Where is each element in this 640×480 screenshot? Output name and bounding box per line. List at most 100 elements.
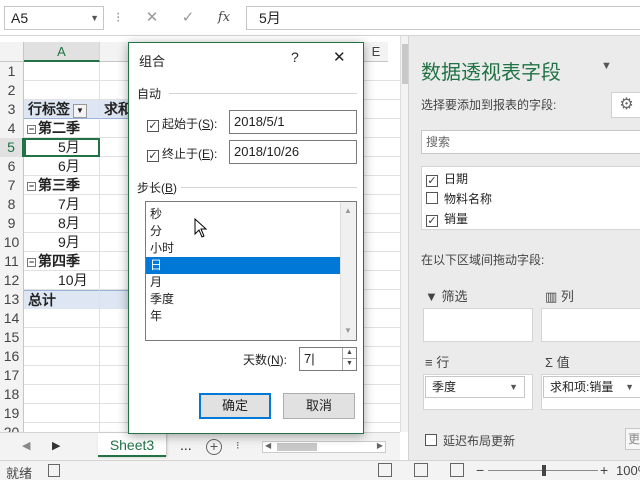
chevron-down-icon[interactable]: ▼ (509, 377, 518, 397)
update-button[interactable]: 更 (625, 428, 640, 450)
row-header[interactable]: 7 (0, 176, 24, 195)
row-header[interactable]: 20 (0, 423, 24, 432)
cancel-button[interactable]: 取消 (283, 393, 355, 419)
row-header[interactable]: 5 (0, 138, 24, 157)
stepper-down-icon[interactable]: ▼ (342, 359, 356, 370)
checkbox-icon[interactable] (425, 434, 437, 446)
select-all-corner[interactable] (0, 42, 24, 62)
row-field-pill[interactable]: 季度 ▼ (425, 376, 525, 398)
scroll-left-icon[interactable]: ◀ (265, 441, 271, 450)
page-layout-view-icon[interactable] (414, 463, 428, 477)
row-header[interactable]: 17 (0, 366, 24, 385)
sheet-tab-sheet3[interactable]: Sheet3 (98, 433, 166, 457)
column-header-a[interactable]: A (24, 42, 100, 62)
start-checkbox[interactable]: ✓ 起始于(S): (147, 115, 217, 132)
cell-a[interactable]: − 第三季 (24, 176, 100, 195)
chevron-down-icon[interactable]: ▼ (90, 7, 99, 29)
step-listbox[interactable]: 秒分小时日月季度年 ▲ ▼ (145, 201, 357, 341)
cell-a[interactable] (24, 81, 100, 100)
list-item[interactable]: 分 (146, 223, 340, 240)
cell-a[interactable] (24, 328, 100, 347)
zoom-slider-knob[interactable] (542, 465, 546, 476)
column-area[interactable] (541, 308, 640, 342)
more-sheets-button[interactable]: ... (180, 437, 192, 453)
cell-a[interactable] (24, 404, 100, 423)
column-header-e[interactable]: E (364, 42, 388, 62)
cell-a[interactable] (24, 309, 100, 328)
field-item-date[interactable]: ✓ 日期 (426, 169, 468, 189)
checkbox-checked-icon[interactable]: ✓ (147, 150, 159, 162)
row-header[interactable]: 18 (0, 385, 24, 404)
cell-a[interactable]: 5月 (24, 138, 100, 157)
row-header[interactable]: 8 (0, 195, 24, 214)
listbox-scrollbar[interactable]: ▲ ▼ (340, 202, 356, 340)
insert-function-button[interactable]: fx (212, 7, 236, 29)
cancel-formula-button[interactable]: ✕ (140, 7, 164, 29)
zoom-in-icon[interactable]: + (600, 462, 608, 478)
gear-icon[interactable]: ⚙ (611, 92, 640, 118)
stepper-up-icon[interactable]: ▲ (342, 348, 356, 359)
collapse-icon[interactable]: − (27, 182, 36, 191)
cell-a[interactable] (24, 385, 100, 404)
row-header[interactable]: 11 (0, 252, 24, 271)
row-header[interactable]: 12 (0, 271, 24, 290)
scroll-up-icon[interactable]: ▲ (344, 206, 352, 215)
row-header[interactable]: 1 (0, 62, 24, 81)
list-item[interactable]: 秒 (146, 206, 340, 223)
end-date-input[interactable]: 2018/10/26 (229, 140, 357, 164)
collapse-icon[interactable]: − (27, 258, 36, 267)
cell-a[interactable] (24, 62, 100, 81)
row-header[interactable]: 19 (0, 404, 24, 423)
defer-update-row[interactable]: 延迟布局更新 (425, 432, 515, 449)
row-header[interactable]: 10 (0, 233, 24, 252)
list-item[interactable]: 年 (146, 308, 340, 325)
add-sheet-icon[interactable]: + (206, 439, 222, 455)
scroll-right-icon[interactable]: ▶ (377, 441, 383, 450)
zoom-level[interactable]: 100% (616, 463, 640, 478)
formula-input[interactable]: 5月 (246, 6, 640, 30)
cell-a[interactable]: 9月 (24, 233, 100, 252)
list-item[interactable]: 小时 (146, 240, 340, 257)
checkbox-icon[interactable] (426, 192, 438, 204)
checkbox-checked-icon[interactable]: ✓ (147, 120, 159, 132)
cell-a[interactable]: 行标签 ▼ (24, 100, 100, 119)
field-search-input[interactable]: 搜索 (421, 130, 640, 154)
row-header[interactable]: 2 (0, 81, 24, 100)
sheet-vertical-scrollbar[interactable] (400, 36, 408, 432)
cell-a[interactable]: 总计 (24, 290, 100, 309)
list-item[interactable]: 季度 (146, 291, 340, 308)
checkbox-checked-icon[interactable]: ✓ (426, 215, 438, 227)
cell-a[interactable]: 8月 (24, 214, 100, 233)
ok-button[interactable]: 确定 (199, 393, 271, 419)
horizontal-scrollbar[interactable]: ◀ ▶ (262, 441, 386, 453)
row-header[interactable]: 4 (0, 119, 24, 138)
filter-dropdown-icon[interactable]: ▼ (73, 104, 87, 118)
help-button[interactable]: ? (291, 49, 299, 65)
pane-options-chevron-icon[interactable]: ▼ (601, 60, 612, 72)
list-item[interactable]: 月 (146, 274, 340, 291)
cell-a[interactable]: − 第二季 (24, 119, 100, 138)
close-icon[interactable]: ✕ (333, 48, 346, 66)
enter-formula-button[interactable]: ✓ (176, 7, 200, 29)
cell-a[interactable] (24, 423, 100, 432)
value-field-pill[interactable]: 求和项:销量 ▼ (543, 376, 640, 398)
days-stepper[interactable]: 7| ▲ ▼ (299, 347, 357, 371)
cell-a[interactable]: − 第四季 (24, 252, 100, 271)
field-item-material[interactable]: 物料名称 (426, 189, 492, 209)
page-break-view-icon[interactable] (450, 463, 464, 477)
collapse-icon[interactable]: − (27, 125, 36, 134)
next-sheet-icon[interactable]: ▶ (52, 439, 60, 452)
start-date-input[interactable]: 2018/5/1 (229, 110, 357, 134)
row-header[interactable]: 16 (0, 347, 24, 366)
cell-a[interactable]: 6月 (24, 157, 100, 176)
cell-a[interactable] (24, 366, 100, 385)
zoom-out-icon[interactable]: − (476, 462, 484, 478)
row-header[interactable]: 14 (0, 309, 24, 328)
cell-a[interactable]: 10月 (24, 271, 100, 290)
scroll-down-icon[interactable]: ▼ (344, 326, 352, 335)
scroll-thumb[interactable] (277, 443, 317, 451)
row-header[interactable]: 13 (0, 290, 24, 309)
macro-record-icon[interactable] (48, 464, 60, 477)
cell-a[interactable] (24, 347, 100, 366)
chevron-down-icon[interactable]: ▼ (625, 377, 634, 397)
